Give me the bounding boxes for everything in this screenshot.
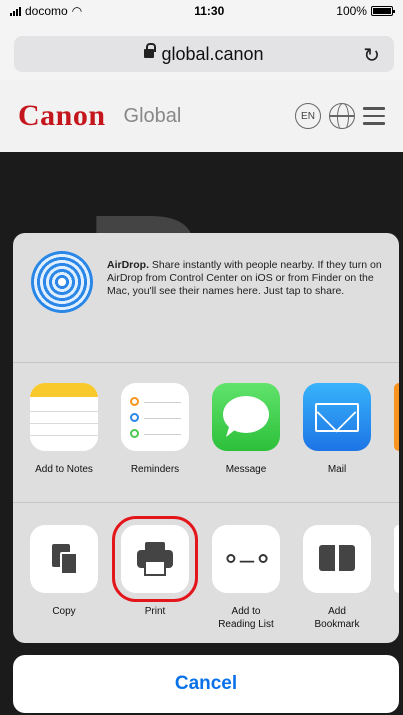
- canon-logo[interactable]: Canon: [18, 99, 106, 133]
- url-bar[interactable]: global.canon ↻: [14, 36, 394, 72]
- share-app-label: Reminders: [130, 464, 180, 475]
- book-icon: [303, 525, 371, 593]
- mail-icon: [303, 383, 371, 451]
- battery-icon: [370, 6, 395, 16]
- language-button[interactable]: EN: [295, 103, 321, 129]
- share-app-reminders[interactable]: Reminders: [121, 383, 189, 502]
- header-icons: EN: [295, 103, 385, 129]
- action-copy[interactable]: Copy: [30, 525, 98, 643]
- airdrop-title: AirDrop.: [107, 259, 149, 271]
- site-title: Global: [123, 104, 182, 127]
- copy-icon: [30, 525, 98, 593]
- action-label: Copy: [52, 606, 76, 617]
- airdrop-icon: [31, 251, 93, 313]
- carrier-label: docomo: [25, 4, 68, 18]
- notes-icon: [30, 383, 98, 451]
- action-add-bookmark[interactable]: Add Bookmark: [303, 525, 371, 643]
- share-app-notes[interactable]: Add to Notes: [30, 383, 98, 502]
- status-bar: docomo ◠ 11:30 100%: [0, 0, 403, 22]
- airdrop-body: Share instantly with people nearby. If t…: [107, 259, 382, 297]
- share-app-mail[interactable]: Mail: [303, 383, 371, 502]
- airdrop-section: AirDrop. Share instantly with people nea…: [13, 233, 399, 363]
- signal-icon: [10, 6, 21, 16]
- action-more[interactable]: [394, 525, 399, 593]
- globe-icon[interactable]: [329, 103, 355, 129]
- wifi-icon: ◠: [71, 4, 83, 18]
- status-right: 100%: [336, 4, 395, 18]
- action-add-to-reading-list[interactable]: ⚬–⚬ Add to Reading List: [212, 525, 280, 643]
- site-header: Canon Global EN: [0, 80, 403, 152]
- share-actions-row: Copy Print ⚬–⚬ Add to Reading List Add B…: [13, 503, 399, 643]
- reload-icon[interactable]: ↻: [363, 43, 380, 68]
- share-app-message[interactable]: Message: [212, 383, 280, 502]
- share-apps-row: Add to Notes Reminders Message Mail: [13, 363, 399, 503]
- action-label: Add to Reading List: [218, 606, 274, 630]
- action-print[interactable]: Print: [112, 516, 198, 643]
- message-icon: [212, 383, 280, 451]
- share-app-label: Mail: [327, 464, 347, 475]
- status-time: 11:30: [194, 4, 225, 18]
- print-icon: [112, 516, 198, 602]
- action-label: Print: [144, 606, 166, 617]
- lock-icon: [144, 43, 157, 61]
- airdrop-description: AirDrop. Share instantly with people nea…: [107, 259, 385, 362]
- url-domain: global.canon: [161, 43, 264, 64]
- battery-percent: 100%: [336, 4, 367, 18]
- glasses-icon: ⚬–⚬: [212, 525, 280, 593]
- cancel-button[interactable]: Cancel: [13, 655, 399, 713]
- share-app-more[interactable]: [394, 383, 399, 451]
- share-app-label: Add to Notes: [35, 464, 93, 475]
- reminders-icon: [121, 383, 189, 451]
- menu-icon[interactable]: [363, 107, 385, 125]
- status-left: docomo ◠: [10, 4, 82, 18]
- url-area: global.canon ↻: [0, 22, 403, 80]
- share-sheet: AirDrop. Share instantly with people nea…: [13, 233, 399, 643]
- share-app-label: Message: [225, 464, 267, 475]
- action-label: Add Bookmark: [314, 606, 360, 630]
